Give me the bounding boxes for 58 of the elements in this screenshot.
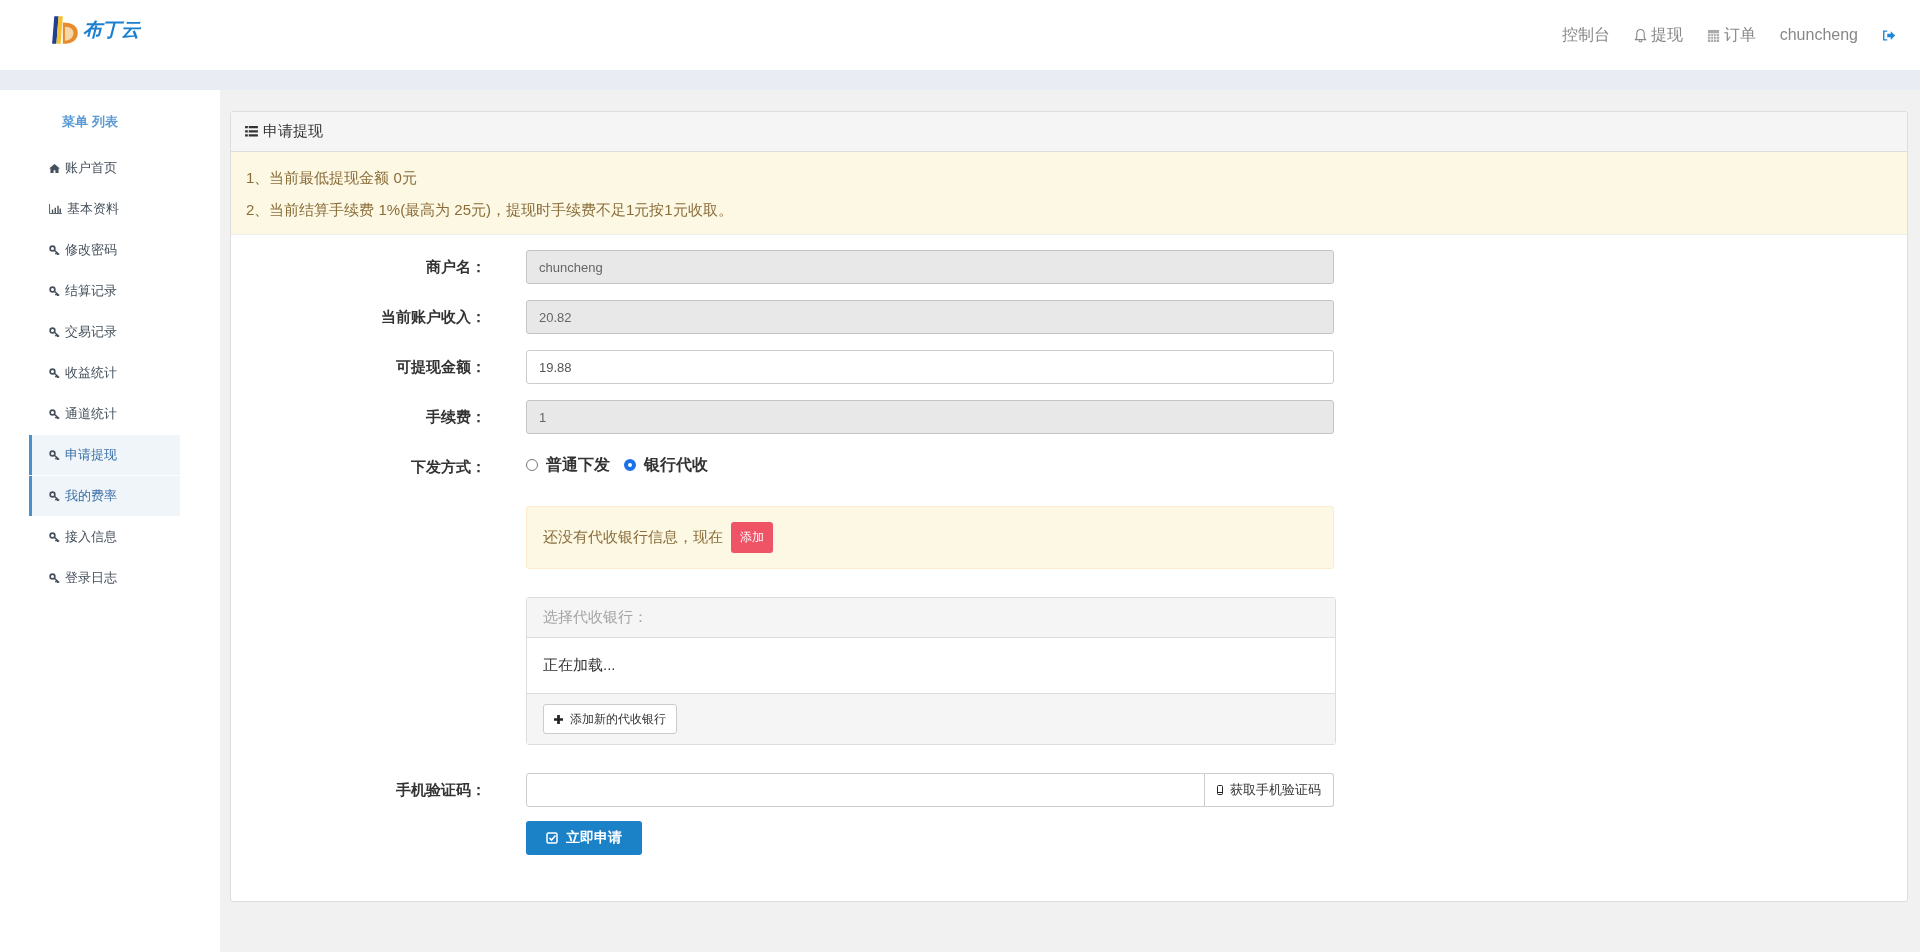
plus-icon [554,714,563,724]
radio-button[interactable] [624,459,636,471]
key-icon [49,491,60,501]
sidebar-item[interactable]: 我的费率 [29,476,180,516]
sidebar-item[interactable]: 基本资料 [29,189,180,229]
nav-link[interactable] [1882,28,1896,42]
logo-icon [52,14,80,46]
warning-text: 还没有代收银行信息，现在 [543,528,723,547]
phone-icon [1217,785,1223,795]
sidebar-item[interactable]: 接入信息 [29,517,180,557]
nav-link[interactable]: 订单 [1706,24,1756,46]
sidebar-item[interactable]: 登录日志 [29,558,180,598]
sidebar-item[interactable]: 账户首页 [29,148,180,188]
field-label: 手续费： [425,407,487,427]
field-label: 下发方式： [410,457,487,477]
sidebar-item[interactable]: 申请提现 [29,435,180,475]
bell-icon [1633,27,1647,43]
logout-icon [1882,28,1896,42]
notice-text: 2、当前结算手续费 1%(最高为 25元)，提现时手续费不足1元按1元收取。 [246,200,734,220]
text-field[interactable]: 19.88 [526,350,1334,384]
submit-button[interactable]: 立即申请 [526,821,642,855]
sidebar-item[interactable]: 通道统计 [29,394,180,434]
loading-text: 正在加载... [543,656,616,675]
key-icon [49,573,60,583]
field-label: 可提现金额： [395,357,487,377]
key-icon [49,286,60,296]
field-label: 当前账户收入： [380,307,487,327]
key-icon [49,245,60,255]
key-icon [49,532,60,542]
sidebar-item[interactable]: 收益统计 [29,353,180,393]
list-icon [245,126,258,137]
radio-label: 银行代收 [644,454,708,475]
key-icon [49,409,60,419]
bar-chart-icon [49,204,62,214]
field-label: 商户名： [425,257,487,277]
get-code-button[interactable]: 获取手机验证码 [1205,773,1334,807]
nav-link[interactable]: chuncheng [1779,26,1858,44]
checkbox-icon [546,832,558,844]
brand-name: 布丁云 [83,17,140,42]
nav-link[interactable]: 控制台 [1561,24,1610,46]
notice-text: 1、当前最低提现金额 0元 [246,168,418,188]
home-icon [49,163,60,173]
sidebar-title: 菜单 列表 [62,113,119,131]
nav-link[interactable]: 提现 [1633,24,1683,46]
bank-heading: 选择代收银行： [543,608,648,627]
add-bank-button[interactable]: 添加新的代收银行 [543,704,677,734]
key-icon [49,368,60,378]
sidebar-item[interactable]: 结算记录 [29,271,180,311]
panel-title: 申请提现 [263,122,323,141]
calendar-icon [1706,27,1720,43]
sidebar-item[interactable]: 修改密码 [29,230,180,270]
field-label: 手机验证码： [395,780,487,800]
sms-code-field[interactable] [526,773,1205,807]
radio-label: 普通下发 [546,454,610,475]
radio-button[interactable] [526,459,538,471]
key-icon [49,327,60,337]
key-icon [49,450,60,460]
sidebar-item[interactable]: 交易记录 [29,312,180,352]
